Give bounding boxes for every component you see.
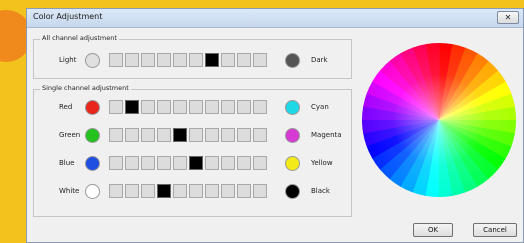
adjustment-step[interactable] bbox=[109, 128, 123, 142]
adjustment-step[interactable] bbox=[237, 100, 251, 114]
adjustment-step[interactable] bbox=[125, 128, 139, 142]
adjustment-step[interactable] bbox=[173, 100, 187, 114]
adjustment-step[interactable] bbox=[253, 128, 267, 142]
left-channel-label: Green bbox=[59, 131, 81, 139]
adjustment-step[interactable] bbox=[157, 128, 171, 142]
left-color-swatch bbox=[85, 53, 100, 68]
adjustment-step[interactable] bbox=[141, 53, 155, 67]
adjustment-steps bbox=[109, 156, 267, 170]
adjustment-step[interactable] bbox=[141, 100, 155, 114]
right-channel-label: Yellow bbox=[311, 159, 333, 167]
adjustment-step-selected[interactable] bbox=[157, 184, 171, 198]
left-color-swatch bbox=[85, 100, 100, 115]
adjustment-step[interactable] bbox=[237, 156, 251, 170]
color-wheel[interactable] bbox=[360, 41, 518, 199]
window-title: Color Adjustment bbox=[33, 12, 103, 21]
adjustment-step[interactable] bbox=[157, 156, 171, 170]
adjustment-steps bbox=[109, 100, 267, 114]
single-channel-group-label: Single channel adjustment bbox=[40, 84, 131, 92]
adjustment-step[interactable] bbox=[157, 53, 171, 67]
left-channel-label: White bbox=[59, 187, 80, 195]
adjustment-step[interactable] bbox=[221, 53, 235, 67]
close-button[interactable]: ✕ bbox=[497, 11, 519, 24]
color-adjustment-dialog: Color Adjustment ✕ All channel adjustmen… bbox=[26, 8, 524, 243]
adjustment-steps bbox=[109, 184, 267, 198]
adjustment-step[interactable] bbox=[125, 53, 139, 67]
adjustment-step[interactable] bbox=[205, 128, 219, 142]
adjustment-step[interactable] bbox=[125, 184, 139, 198]
adjustment-step[interactable] bbox=[205, 156, 219, 170]
right-channel-label: Cyan bbox=[311, 103, 329, 111]
adjustment-step[interactable] bbox=[237, 128, 251, 142]
adjustment-step[interactable] bbox=[173, 53, 187, 67]
adjustment-step[interactable] bbox=[141, 156, 155, 170]
left-channel-label: Red bbox=[59, 103, 73, 111]
adjustment-step[interactable] bbox=[221, 128, 235, 142]
adjustment-step[interactable] bbox=[189, 53, 203, 67]
right-color-swatch bbox=[285, 156, 300, 171]
adjustment-step[interactable] bbox=[141, 128, 155, 142]
adjustment-step-selected[interactable] bbox=[189, 156, 203, 170]
adjustment-step[interactable] bbox=[109, 100, 123, 114]
adjustment-step[interactable] bbox=[125, 156, 139, 170]
cancel-button[interactable]: Cancel bbox=[473, 223, 517, 237]
right-channel-label: Dark bbox=[311, 56, 328, 64]
right-color-swatch bbox=[285, 100, 300, 115]
adjustment-steps bbox=[109, 128, 267, 142]
adjustment-step[interactable] bbox=[253, 184, 267, 198]
adjustment-step[interactable] bbox=[109, 156, 123, 170]
right-color-swatch bbox=[285, 128, 300, 143]
left-color-swatch bbox=[85, 156, 100, 171]
adjustment-step-selected[interactable] bbox=[173, 128, 187, 142]
right-color-swatch bbox=[285, 53, 300, 68]
adjustment-step[interactable] bbox=[141, 184, 155, 198]
adjustment-step[interactable] bbox=[221, 156, 235, 170]
adjustment-step[interactable] bbox=[253, 100, 267, 114]
adjustment-step[interactable] bbox=[237, 184, 251, 198]
adjustment-step-selected[interactable] bbox=[205, 53, 219, 67]
left-channel-label: Blue bbox=[59, 159, 75, 167]
adjustment-step[interactable] bbox=[253, 156, 267, 170]
right-channel-label: Magenta bbox=[311, 131, 342, 139]
left-color-swatch bbox=[85, 128, 100, 143]
adjustment-step[interactable] bbox=[173, 184, 187, 198]
left-channel-label: Light bbox=[59, 56, 77, 64]
adjustment-step[interactable] bbox=[189, 128, 203, 142]
adjustment-step[interactable] bbox=[189, 184, 203, 198]
adjustment-step[interactable] bbox=[237, 53, 251, 67]
adjustment-step[interactable] bbox=[109, 53, 123, 67]
adjustment-step[interactable] bbox=[253, 53, 267, 67]
adjustment-step[interactable] bbox=[157, 100, 171, 114]
left-color-swatch bbox=[85, 184, 100, 199]
adjustment-step[interactable] bbox=[205, 100, 219, 114]
color-wheel-overlay bbox=[361, 42, 517, 198]
adjustment-step[interactable] bbox=[173, 156, 187, 170]
adjustment-step[interactable] bbox=[221, 100, 235, 114]
adjustment-step-selected[interactable] bbox=[125, 100, 139, 114]
adjustment-steps bbox=[109, 53, 267, 67]
all-channel-group-label: All channel adjustment bbox=[40, 34, 119, 42]
right-color-swatch bbox=[285, 184, 300, 199]
close-icon: ✕ bbox=[504, 13, 512, 22]
adjustment-step[interactable] bbox=[189, 100, 203, 114]
adjustment-step[interactable] bbox=[205, 184, 219, 198]
adjustment-step[interactable] bbox=[221, 184, 235, 198]
right-channel-label: Black bbox=[311, 187, 330, 195]
adjustment-step[interactable] bbox=[109, 184, 123, 198]
ok-button[interactable]: OK bbox=[413, 223, 453, 237]
title-bar: Color Adjustment ✕ bbox=[27, 9, 523, 28]
